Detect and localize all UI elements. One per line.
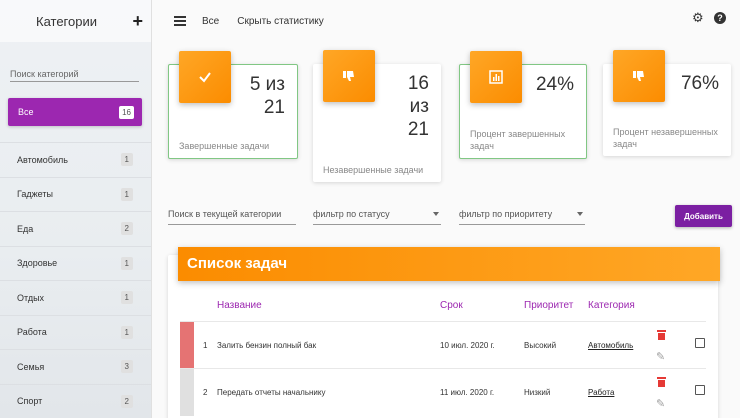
category-search	[10, 64, 139, 82]
category-all[interactable]: Все 16	[8, 98, 142, 126]
category-label: Спорт	[17, 396, 43, 407]
plus-icon[interactable]: +	[132, 12, 143, 30]
category-list: Автомобиль 1 Гаджеты 1 Еда 2 Здоровье 1 Отды…	[0, 142, 151, 418]
task-search-field	[168, 209, 296, 225]
delete-icon[interactable]	[657, 330, 666, 340]
task-date: 11 июл. 2020 г.	[440, 388, 495, 397]
stat-uncompleted-value: 16 из 21	[407, 73, 429, 140]
status-filter-placeholder: фильтр по статусу	[313, 209, 390, 219]
column-header-date[interactable]: Срок	[440, 300, 463, 311]
category-item[interactable]: Спорт 2	[0, 383, 151, 418]
add-task-button[interactable]: Добавить	[675, 205, 732, 227]
bar-chart-icon	[470, 51, 522, 103]
stat-uncompleted-label: Незавершенные задачи	[323, 165, 424, 175]
top-icons: ⚙ ?	[692, 11, 726, 24]
current-category-link[interactable]: Все	[202, 16, 219, 27]
category-label: Семья	[17, 361, 45, 372]
gear-icon[interactable]: ⚙	[692, 11, 704, 24]
task-priority: Высокий	[524, 341, 557, 350]
stat-uncompleted-pct-value: 76%	[680, 73, 719, 94]
category-item[interactable]: Гаджеты 1	[0, 176, 151, 212]
task-complete-checkbox[interactable]	[695, 385, 705, 395]
stat-completed-pct-value: 24%	[535, 74, 574, 95]
category-label: Отдых	[17, 292, 45, 303]
column-header-name[interactable]: Название	[217, 300, 262, 311]
category-search-input[interactable]	[10, 69, 139, 79]
task-complete-checkbox[interactable]	[695, 338, 705, 348]
category-all-label: Все	[18, 107, 34, 117]
category-count: 1	[120, 325, 133, 339]
task-priority: Низкий	[524, 388, 551, 397]
sidebar-header: Категории +	[0, 0, 151, 42]
table-row: 2 Передать отчеты начальнику 11 июл. 202…	[180, 368, 706, 416]
task-name[interactable]: Залить бензин полный бак	[217, 341, 316, 350]
topbar: Все Скрыть статистику ⚙ ?	[152, 0, 740, 42]
thumb-down-icon	[323, 50, 375, 102]
task-category-link[interactable]: Автомобиль	[588, 341, 633, 350]
task-list-panel: Список задач Название Срок Приоритет Кат…	[168, 247, 720, 418]
sidebar: Категории + Все 16 Автомобиль 1 Гаджеты 1 …	[0, 0, 152, 418]
category-count: 3	[120, 360, 133, 374]
priority-filter-select[interactable]: фильтр по приоритету	[459, 209, 585, 225]
menu-icon[interactable]	[174, 16, 186, 26]
column-header-category[interactable]: Категория	[588, 300, 635, 311]
toggle-stats-link[interactable]: Скрыть статистику	[237, 16, 324, 27]
priority-filter-placeholder: фильтр по приоритету	[459, 209, 553, 219]
task-number: 2	[203, 388, 208, 397]
category-count: 2	[120, 222, 133, 236]
task-list-title: Список задач	[178, 247, 720, 281]
category-item[interactable]: Отдых 1	[0, 280, 151, 315]
stat-completed-value: 5 из 21	[249, 74, 285, 118]
category-label: Работа	[17, 327, 47, 338]
edit-icon[interactable]: ✎	[656, 399, 665, 410]
category-count: 1	[120, 291, 133, 305]
stat-uncompleted-pct-card: 76% Процент незавершенных задач	[603, 50, 731, 156]
stat-completed-pct-label: Процент завершенных задач	[470, 129, 566, 151]
category-label: Еда	[17, 223, 34, 234]
stat-uncompleted-pct-label: Процент незавершенных задач	[613, 127, 718, 149]
category-label: Автомобиль	[17, 154, 68, 165]
table-row: 1 Залить бензин полный бак 10 июл. 2020 …	[180, 321, 706, 369]
task-search-input[interactable]	[168, 209, 296, 219]
category-item[interactable]: Семья 3	[0, 349, 151, 384]
status-filter-select[interactable]: фильтр по статусу	[313, 209, 441, 225]
category-label: Здоровье	[17, 258, 58, 269]
help-icon[interactable]: ?	[714, 12, 726, 24]
category-item[interactable]: Еда 2	[0, 211, 151, 246]
dropdown-arrow-icon	[577, 212, 583, 216]
category-count: 1	[120, 256, 133, 270]
dropdown-arrow-icon	[433, 212, 439, 216]
stat-completed-card: 5 из 21 Завершенные задачи	[168, 51, 298, 159]
category-count: 2	[120, 394, 133, 408]
stat-uncompleted-card: 16 из 21 Незавершенные задачи	[313, 50, 441, 182]
category-item[interactable]: Работа 1	[0, 314, 151, 350]
category-label: Гаджеты	[17, 189, 53, 200]
category-item[interactable]: Автомобиль 1	[0, 142, 151, 177]
category-count: 1	[120, 153, 133, 167]
thumb-down-icon	[613, 50, 665, 102]
edit-icon[interactable]: ✎	[656, 352, 665, 363]
task-number: 1	[203, 341, 208, 350]
column-header-priority[interactable]: Приоритет	[524, 300, 573, 311]
task-category-link[interactable]: Работа	[588, 388, 614, 397]
task-name[interactable]: Передать отчеты начальнику	[217, 388, 325, 397]
priority-color-bar	[180, 369, 194, 416]
priority-color-bar	[180, 322, 194, 369]
check-icon	[179, 51, 231, 103]
category-item[interactable]: Здоровье 1	[0, 245, 151, 281]
stat-completed-label: Завершенные задачи	[179, 141, 270, 151]
category-all-count: 16	[119, 105, 134, 119]
stat-completed-pct-card: 24% Процент завершенных задач	[459, 51, 587, 159]
delete-icon[interactable]	[657, 377, 666, 387]
task-date: 10 июл. 2020 г.	[440, 341, 495, 350]
sidebar-title: Категории	[36, 13, 97, 29]
category-count: 1	[120, 187, 133, 201]
